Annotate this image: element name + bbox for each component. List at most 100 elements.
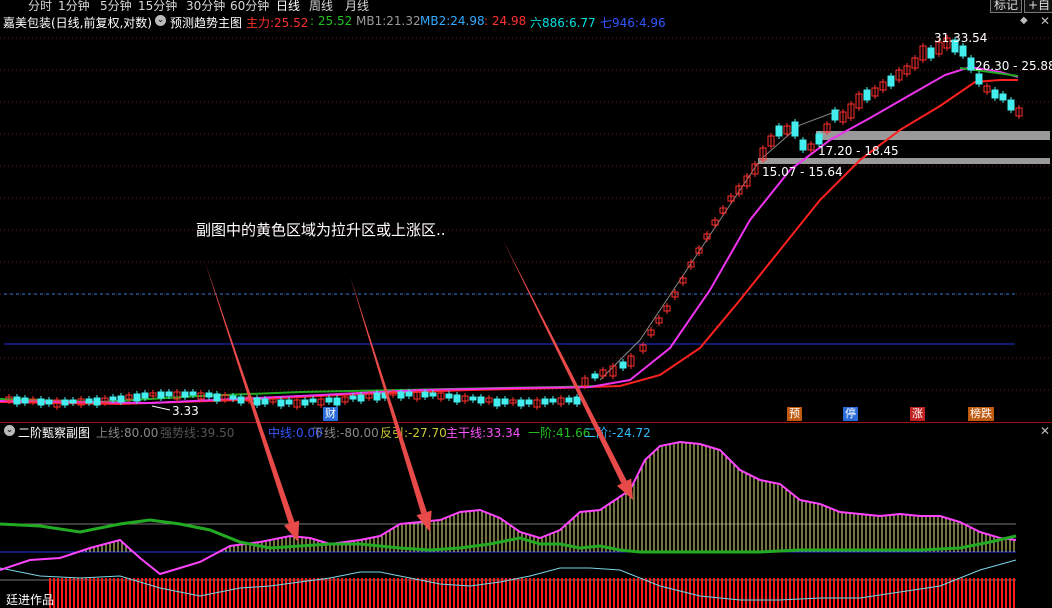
candle-down — [863, 89, 871, 101]
add-self-select-button[interactable]: +自 — [1024, 0, 1052, 13]
candle-down — [133, 393, 141, 402]
event-marker-1[interactable]: 预 — [787, 407, 802, 421]
candle-down — [453, 394, 461, 403]
candle-down — [397, 391, 405, 399]
candle-down — [1007, 99, 1015, 111]
item-value: : 25.52 — [310, 14, 353, 28]
period-tab-bar: 分时 1分钟 5分钟 15分钟 30分钟 60分钟 日线 周线 月线 — [0, 0, 1052, 11]
sub-chart-header: ⌄ 二阶甄察副图 上线:80.00 强势线:39.50 中线:0.00 下线:-80.… — [0, 424, 1052, 440]
item-value: 25.52 — [274, 16, 309, 30]
main-header-item-4: : 24.98 — [484, 14, 526, 28]
candle-down — [525, 399, 533, 405]
item-label: 下线: — [312, 426, 341, 440]
sub-header-item-3: 下线:-80.00 — [312, 424, 379, 441]
main-header-item-0: 主力:25.52 — [246, 14, 308, 31]
main-close-icon[interactable]: ✕ — [1040, 14, 1050, 28]
sub-indicator-name[interactable]: 二阶甄察副图 — [18, 424, 90, 441]
candle-down — [325, 397, 333, 403]
main-indicator-name[interactable]: 预测趋势主图 — [170, 14, 242, 31]
candle-down — [21, 397, 29, 404]
main-chart-header: 嘉美包装(日线,前复权,对数) ⌄ 预测趋势主图 主力:25.52: 25.52… — [0, 14, 1052, 30]
item-label: 强势线: — [160, 426, 201, 440]
main-diamond-icon[interactable]: ◆ — [1020, 15, 1028, 26]
candle-down — [517, 399, 525, 407]
sub-close-icon[interactable]: ✕ — [1040, 424, 1050, 438]
low-pointer-line — [151, 405, 171, 411]
period-tab-0[interactable]: 分时 — [28, 0, 52, 11]
author-label: 廷进作品 — [6, 593, 55, 607]
item-label: MB2: — [420, 14, 451, 28]
candle-down — [357, 394, 365, 402]
item-value: 6.77 — [568, 16, 596, 30]
stock-title[interactable]: 嘉美包装(日线,前复权,对数) — [3, 14, 152, 31]
candle-down — [573, 396, 581, 405]
item-value: -80.00 — [340, 426, 379, 440]
event-marker-4[interactable]: 榜跌 — [968, 407, 994, 421]
candle-down — [381, 392, 389, 399]
item-value: 80.00 — [124, 426, 159, 440]
candle-down — [405, 391, 413, 397]
candle-down — [277, 399, 285, 407]
candle-down — [37, 398, 45, 406]
period-tab-6[interactable]: 日线 — [276, 0, 300, 11]
candle-down — [189, 391, 197, 396]
price-label-low: 3.33 — [172, 404, 199, 418]
item-value: -27.70 — [408, 426, 447, 440]
price-label-range3: 15.07 - 15.64 — [762, 165, 843, 179]
main-price-chart[interactable]: 31.33.54 26.30 - 25.88 17.20 - 18.45 15.07 … — [0, 30, 1052, 422]
sub-header-item-1: 强势线:39.50 — [160, 424, 234, 441]
candle-down — [13, 396, 21, 405]
item-label: 主干线: — [446, 426, 487, 440]
candle-down — [429, 392, 437, 397]
candle-down — [45, 399, 53, 405]
candle-down — [991, 89, 999, 99]
main-header-item-1: : 25.52 — [310, 14, 352, 28]
sub-dropdown-circle-icon[interactable]: ⌄ — [4, 425, 15, 436]
period-tab-8[interactable]: 月线 — [345, 0, 369, 11]
item-label: 六886: — [530, 16, 569, 30]
candle-down — [501, 398, 509, 405]
event-marker-0[interactable]: 财 — [323, 407, 338, 421]
candle-down — [959, 45, 967, 57]
period-tab-2[interactable]: 5分钟 — [100, 0, 132, 11]
candle-down — [69, 399, 77, 404]
period-tab-3[interactable]: 15分钟 — [138, 0, 177, 11]
candle-down — [165, 391, 173, 397]
sub-header-item-5: 主干线:33.34 — [446, 424, 520, 441]
event-marker-2[interactable]: 停 — [843, 407, 858, 421]
item-label: 中线: — [268, 426, 297, 440]
event-marker-3[interactable]: 涨 — [910, 407, 925, 421]
candle-down — [373, 392, 381, 401]
sub-header-item-0: 上线:80.00 — [96, 424, 158, 441]
candle-down — [541, 398, 549, 405]
item-label: MB1: — [356, 14, 387, 28]
candle-down — [285, 399, 293, 405]
dropdown-circle-icon[interactable]: ⌄ — [155, 15, 166, 26]
sub-indicator-chart[interactable] — [0, 440, 1052, 608]
period-tab-4[interactable]: 30分钟 — [186, 0, 225, 11]
candle-down — [477, 396, 485, 404]
mark-button[interactable]: 标记 — [990, 0, 1023, 13]
period-tab-5[interactable]: 60分钟 — [230, 0, 269, 11]
candle-down — [229, 395, 237, 400]
candle-down — [157, 391, 165, 399]
candle-down — [445, 393, 453, 399]
item-value: -24.72 — [612, 426, 651, 440]
item-value: 21.32 — [386, 14, 421, 28]
price-label-range1: 26.30 - 25.88 — [975, 59, 1052, 73]
item-label: 上线: — [96, 426, 125, 440]
candle-down — [213, 393, 221, 402]
item-value: : 24.98 — [484, 14, 527, 28]
candle-down — [619, 361, 627, 369]
candle-down — [253, 397, 261, 406]
item-value: 33.34 — [486, 426, 521, 440]
sub-header-item-6: 一阶:41.66 — [528, 424, 590, 441]
candle-down — [85, 398, 93, 404]
price-label-range2: 17.20 - 18.45 — [818, 144, 899, 158]
period-tab-7[interactable]: 周线 — [309, 0, 333, 11]
item-value: 4.96 — [638, 16, 666, 30]
sub-header-item-7: 二阶:-24.72 — [584, 424, 651, 441]
item-value: 24.98 — [450, 14, 485, 28]
period-tab-1[interactable]: 1分钟 — [58, 0, 90, 11]
item-label: 主力: — [246, 16, 275, 30]
